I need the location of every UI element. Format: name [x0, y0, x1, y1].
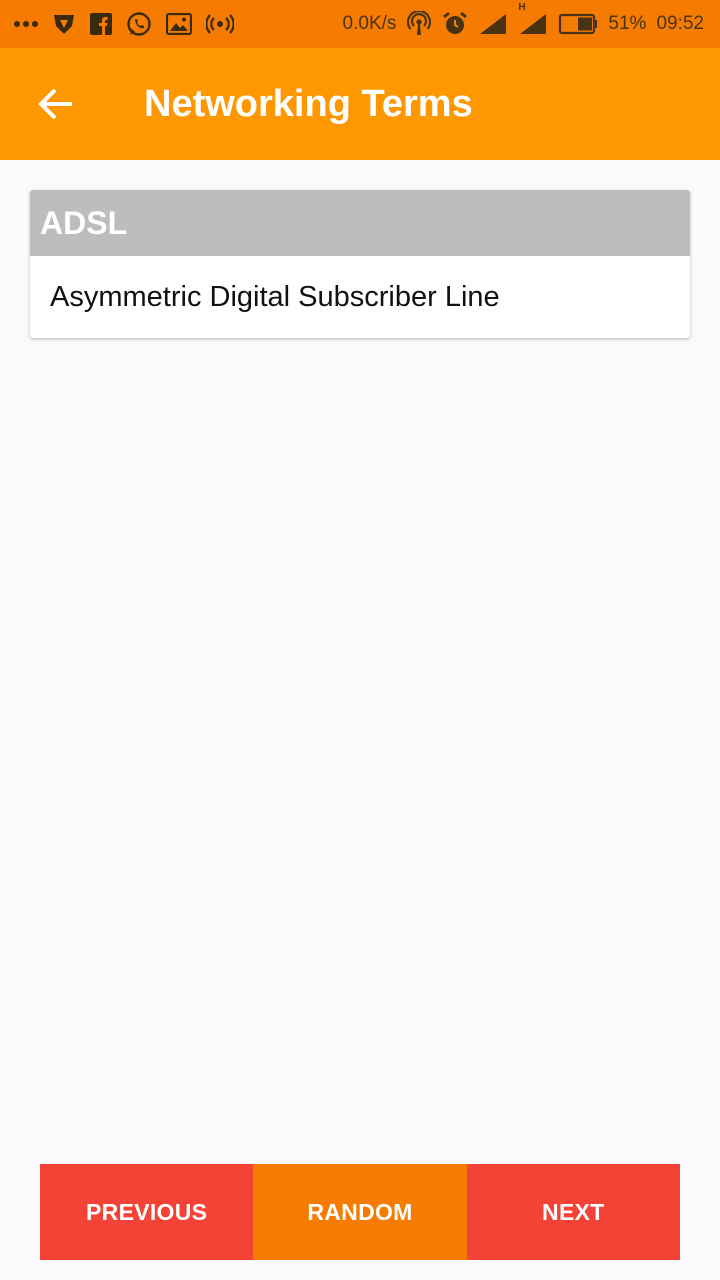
status-right-icons: 0.0K/s H 51% 09:52 [342, 2, 720, 37]
battery-icon [558, 13, 598, 35]
signal-h-icon: H [518, 2, 548, 36]
page-title: Networking Terms [144, 82, 473, 125]
network-speed: 0.0K/s [342, 13, 397, 34]
gallery-icon [166, 13, 192, 35]
previous-button[interactable]: PREVIOUS [40, 1164, 254, 1260]
network-type: H [518, 2, 526, 13]
next-button[interactable]: NEXT [466, 1164, 680, 1260]
back-button[interactable] [28, 76, 84, 132]
arrow-back-icon [38, 87, 74, 121]
alarm-icon [442, 11, 468, 37]
clock: 09:52 [656, 13, 704, 34]
wifi-hotspot-icon [406, 11, 432, 37]
status-bar: 0.0K/s H 51% 09:52 [0, 0, 720, 48]
more-icon [14, 20, 38, 28]
whatsapp-icon [126, 11, 152, 37]
navigation-bar: PREVIOUS RANDOM NEXT [40, 1164, 680, 1260]
random-button[interactable]: RANDOM [253, 1164, 467, 1260]
hotspot-icon [206, 14, 234, 34]
battery-percent: 51% [608, 13, 647, 34]
facebook-icon [90, 13, 112, 35]
shield-icon [52, 12, 76, 36]
signal-icon [478, 12, 508, 36]
term-card: ADSL Asymmetric Digital Subscriber Line [30, 190, 690, 338]
status-left-icons [0, 11, 234, 37]
app-bar: Networking Terms [0, 48, 720, 160]
term-definition: Asymmetric Digital Subscriber Line [50, 280, 500, 313]
term-acronym: ADSL [30, 190, 690, 256]
